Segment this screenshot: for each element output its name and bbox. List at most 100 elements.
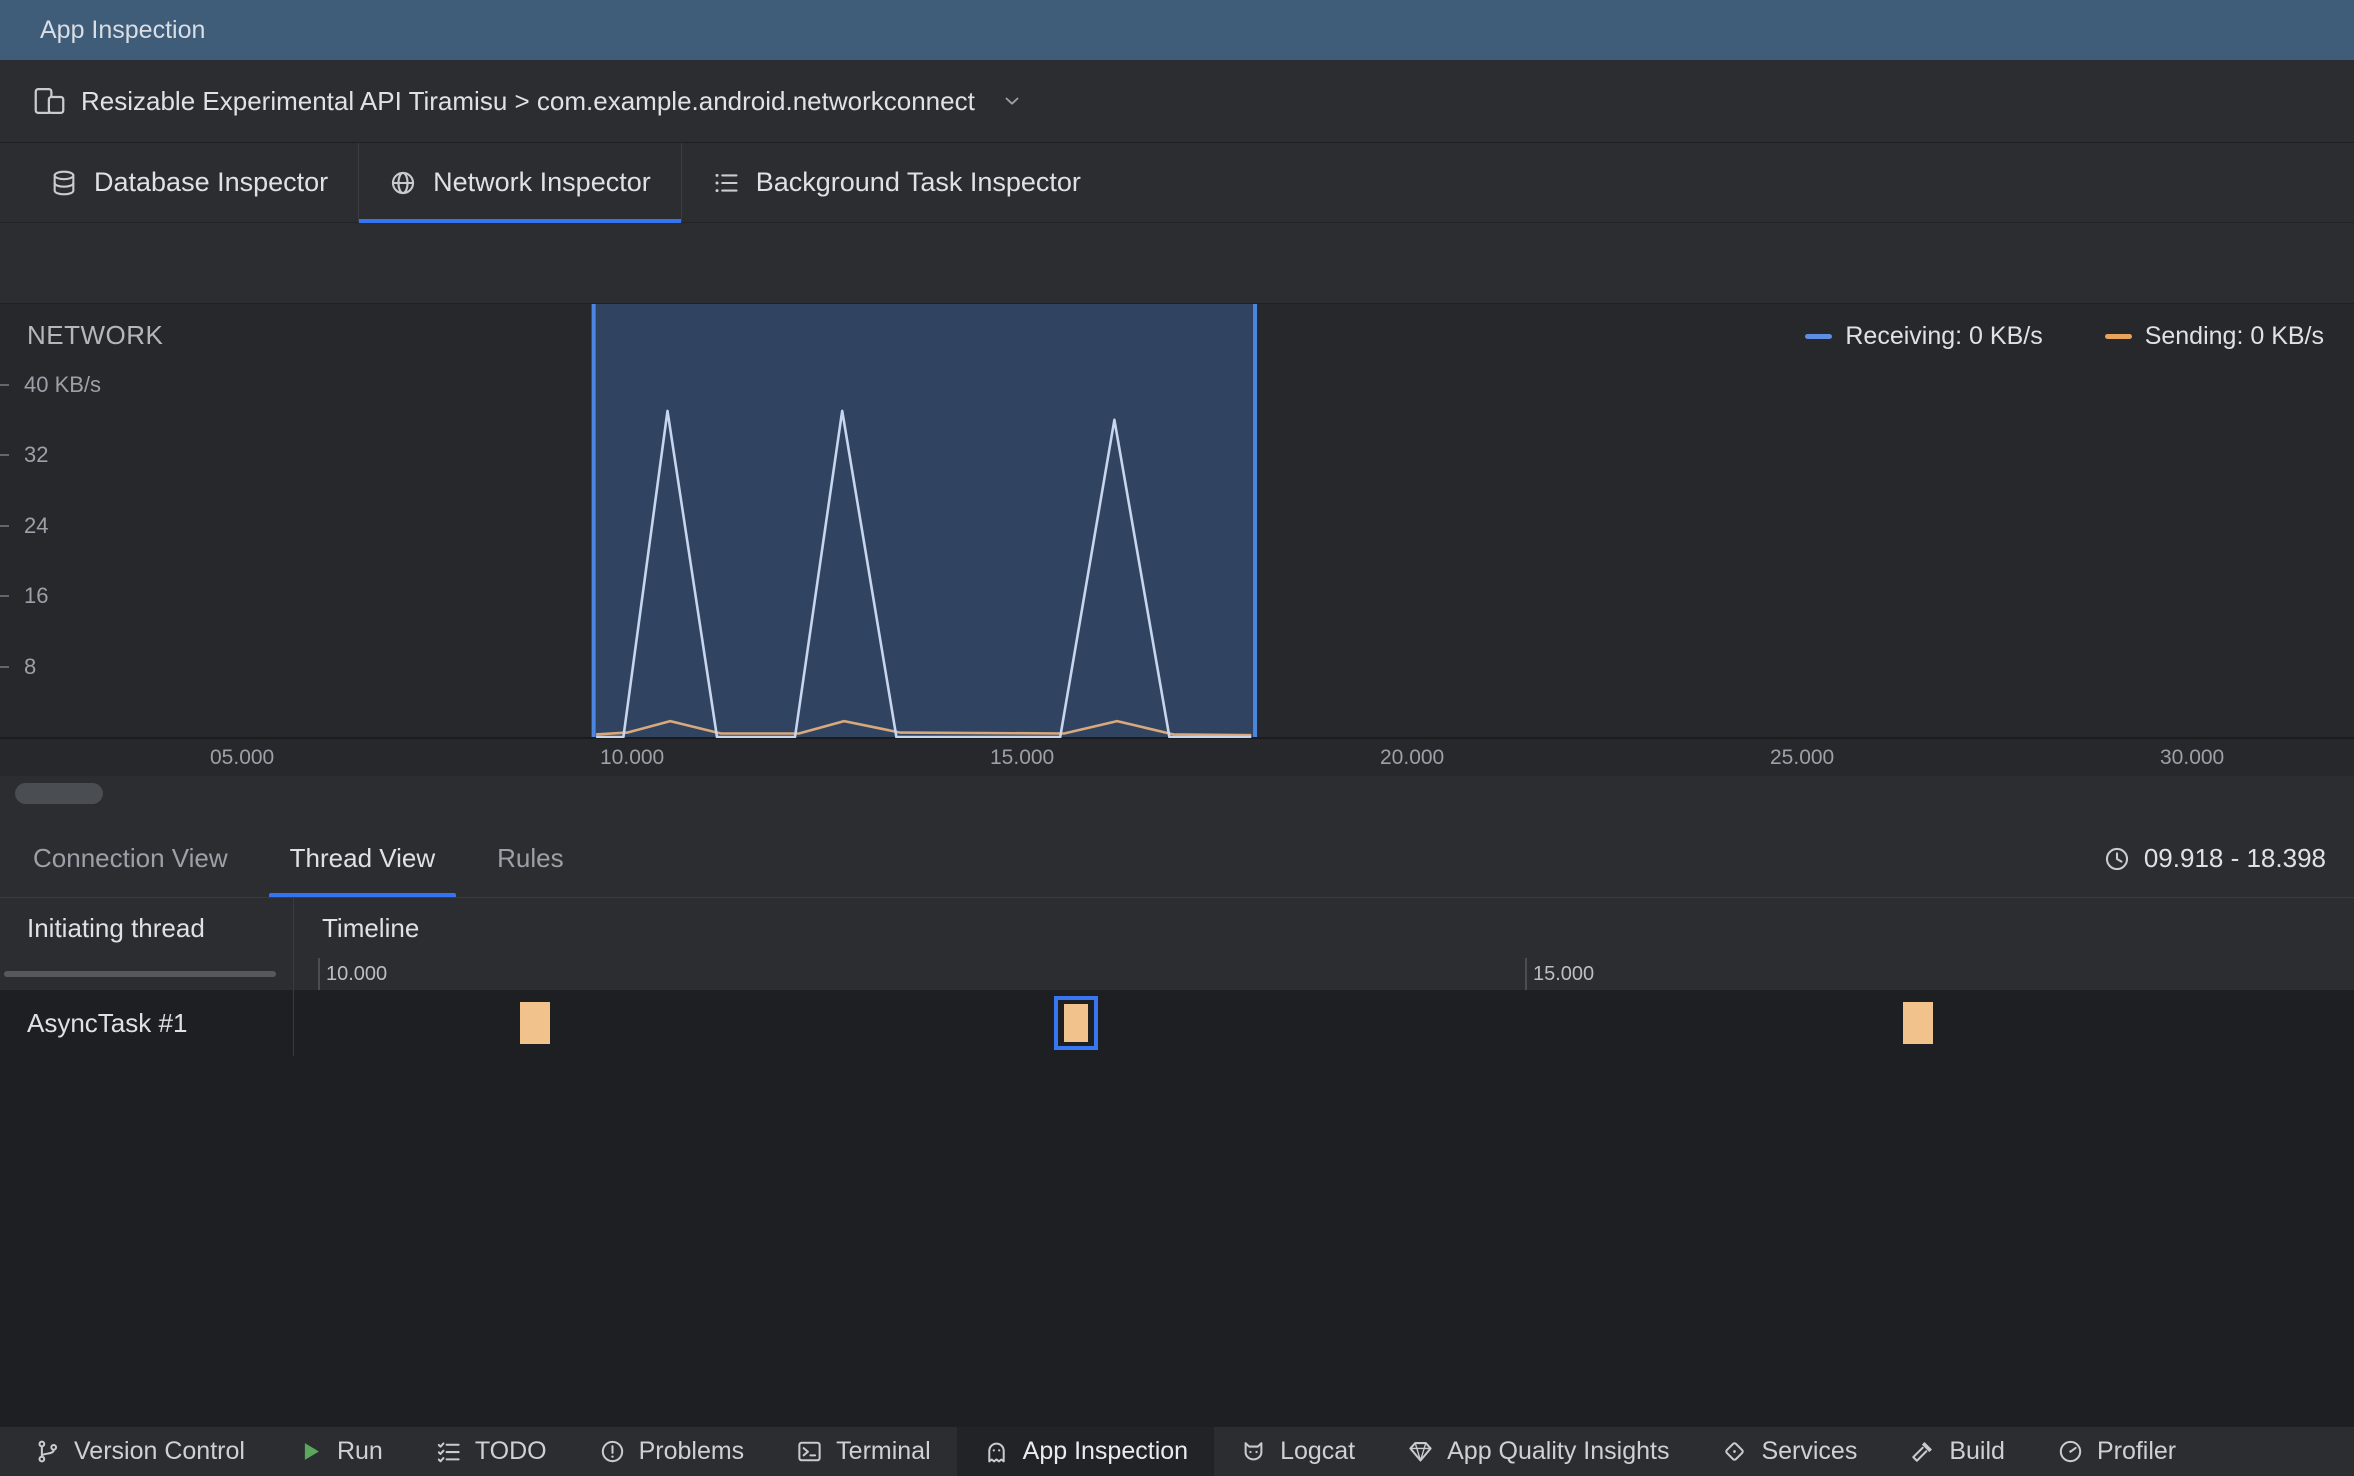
timeline-ruler-row: 10.000 15.000: [0, 958, 2354, 990]
tool-button-label: App Inspection: [1022, 1437, 1189, 1465]
app-inspection-icon: [983, 1438, 1010, 1465]
tool-window-bar: Version Control Run TODO Problems Terminal Ap…: [0, 1426, 2354, 1476]
ruler-tick-label: 15.000: [1533, 963, 1595, 985]
chart-horizontal-scrollbar[interactable]: [15, 783, 103, 804]
tool-button-label: Run: [336, 1437, 383, 1465]
play-icon: [297, 1438, 324, 1465]
ruler-tick-label: 10.000: [326, 963, 388, 985]
services-icon: [1721, 1438, 1748, 1465]
network-request-block[interactable]: [1903, 1002, 1934, 1044]
table-row[interactable]: AsyncTask #1: [0, 990, 2354, 1056]
legend-color-swatch: [2104, 334, 2132, 339]
network-chart-panel: NETWORK 40 KB/s 32 24 16 8 Receiving: 0 KB/s…: [0, 304, 2354, 820]
device-icon: [33, 86, 66, 116]
tool-button-label: Build: [1949, 1437, 2005, 1465]
chart-legend: Receiving: 0 KB/s Sending: 0 KB/s: [1805, 322, 2324, 351]
x-axis-tick-label: 05.000: [210, 746, 275, 769]
legend-sending: Sending: 0 KB/s: [2104, 322, 2324, 351]
thread-name-cell: AsyncTask #1: [0, 990, 294, 1056]
network-request-block-fill: [1063, 1004, 1088, 1042]
tool-button-label: Problems: [638, 1437, 745, 1465]
clock-icon: [2103, 845, 2131, 873]
legend-label: Receiving: 0 KB/s: [1845, 322, 2043, 350]
device-process-selector[interactable]: Resizable Experimental API Tiramisu > co…: [0, 60, 2354, 143]
tool-button-app-quality-insights[interactable]: App Quality Insights: [1381, 1427, 1695, 1476]
column-header-initiating-thread: Initiating thread: [0, 898, 294, 958]
tool-button-profiler[interactable]: Profiler: [2031, 1427, 2202, 1476]
terminal-icon: [796, 1438, 823, 1465]
window-title: App Inspection: [40, 15, 206, 44]
legend-label: Sending: 0 KB/s: [2144, 322, 2324, 350]
tool-button-label: Profiler: [2096, 1437, 2177, 1465]
inspector-tab-network-inspector[interactable]: Network Inspector: [358, 143, 681, 223]
tool-button-run[interactable]: Run: [271, 1427, 409, 1476]
thread-column-gutter: [0, 958, 294, 990]
thread-column-scrollbar[interactable]: [4, 971, 276, 977]
network-request-block[interactable]: [519, 1002, 550, 1044]
x-axis-tick-label: 25.000: [1770, 746, 1835, 769]
inspector-tab-label: Background Task Inspector: [755, 167, 1081, 197]
inspector-tab-database-inspector[interactable]: Database Inspector: [20, 143, 358, 222]
tool-button-label: Version Control: [74, 1437, 245, 1465]
x-axis-tick-label: 20.000: [1380, 746, 1445, 769]
view-tab-bar: Connection View Thread View Rules 09.918 -…: [0, 820, 2354, 898]
chart-title: NETWORK: [27, 320, 164, 350]
x-axis-tick-label: 10.000: [600, 746, 665, 769]
timeline-ruler: 10.000 15.000: [294, 958, 2354, 990]
tool-button-version-control[interactable]: Version Control: [8, 1427, 271, 1476]
network-usage-chart[interactable]: [0, 304, 2354, 738]
table-body: AsyncTask #1: [0, 990, 2354, 1426]
chevron-down-icon: [1000, 89, 1024, 113]
logcat-icon: [1240, 1438, 1267, 1465]
inspector-tab-bar: Database Inspector Network Inspector Backg…: [0, 143, 2354, 223]
app-inspection-window: App Inspection Resizable Experimental AP…: [0, 0, 2354, 1476]
column-header-timeline: Timeline: [294, 898, 2354, 958]
view-tab-connection-view[interactable]: Connection View: [2, 820, 259, 897]
profiler-icon: [2057, 1438, 2084, 1465]
inspector-tab-label: Database Inspector: [94, 167, 329, 197]
globe-icon: [389, 169, 417, 197]
inspector-toolbar: [0, 223, 2354, 304]
build-icon: [1909, 1438, 1936, 1465]
tool-button-label: Services: [1761, 1437, 1858, 1465]
tool-button-app-inspection[interactable]: App Inspection: [956, 1427, 1215, 1476]
tool-button-services[interactable]: Services: [1695, 1427, 1883, 1476]
tool-button-label: Terminal: [836, 1437, 931, 1465]
view-tabs: Connection View Thread View Rules: [0, 820, 595, 897]
chart-scroll-strip: [0, 776, 2354, 820]
inspector-tab-label: Network Inspector: [433, 167, 651, 197]
time-range-label: 09.918 - 18.398: [2143, 843, 2326, 873]
network-request-block-selected[interactable]: [1053, 996, 1098, 1050]
branch-icon: [34, 1438, 61, 1465]
table-header: Initiating thread Timeline: [0, 898, 2354, 958]
thread-view-table: Initiating thread Timeline 10.000 15.000 …: [0, 898, 2354, 1426]
tool-button-build[interactable]: Build: [1883, 1427, 2031, 1476]
tool-button-todo[interactable]: TODO: [409, 1427, 573, 1476]
window-titlebar: App Inspection: [0, 0, 2354, 60]
view-tab-thread-view[interactable]: Thread View: [259, 820, 467, 897]
selected-time-range: 09.918 - 18.398: [2103, 820, 2326, 897]
legend-color-swatch: [1805, 334, 1833, 339]
thread-timeline-cell: [294, 990, 2354, 1056]
device-process-label: Resizable Experimental API Tiramisu > co…: [81, 85, 975, 116]
tool-button-problems[interactable]: Problems: [573, 1427, 771, 1476]
view-tab-rules[interactable]: Rules: [466, 820, 594, 897]
chart-x-axis: 05.000 10.000 15.000 20.000 25.000 30.000: [0, 738, 2354, 776]
x-axis-tick-label: 30.000: [2160, 746, 2225, 769]
tool-button-label: TODO: [474, 1437, 547, 1465]
database-icon: [50, 169, 78, 197]
tool-button-logcat[interactable]: Logcat: [1214, 1427, 1381, 1476]
inspector-tab-background-task-inspector[interactable]: Background Task Inspector: [680, 143, 1111, 222]
tool-button-terminal[interactable]: Terminal: [770, 1427, 956, 1476]
ruler-tick: [1525, 958, 1527, 990]
column-header-label: Timeline: [322, 912, 420, 943]
column-header-label: Initiating thread: [27, 912, 205, 943]
todo-icon: [435, 1438, 462, 1465]
gem-icon: [1407, 1438, 1434, 1465]
tool-button-label: App Quality Insights: [1447, 1437, 1670, 1465]
checklist-icon: [712, 169, 740, 197]
tool-button-label: Logcat: [1280, 1437, 1356, 1465]
legend-receiving: Receiving: 0 KB/s: [1805, 322, 2043, 351]
x-axis-tick-label: 15.000: [990, 746, 1055, 769]
problems-icon: [599, 1438, 626, 1465]
